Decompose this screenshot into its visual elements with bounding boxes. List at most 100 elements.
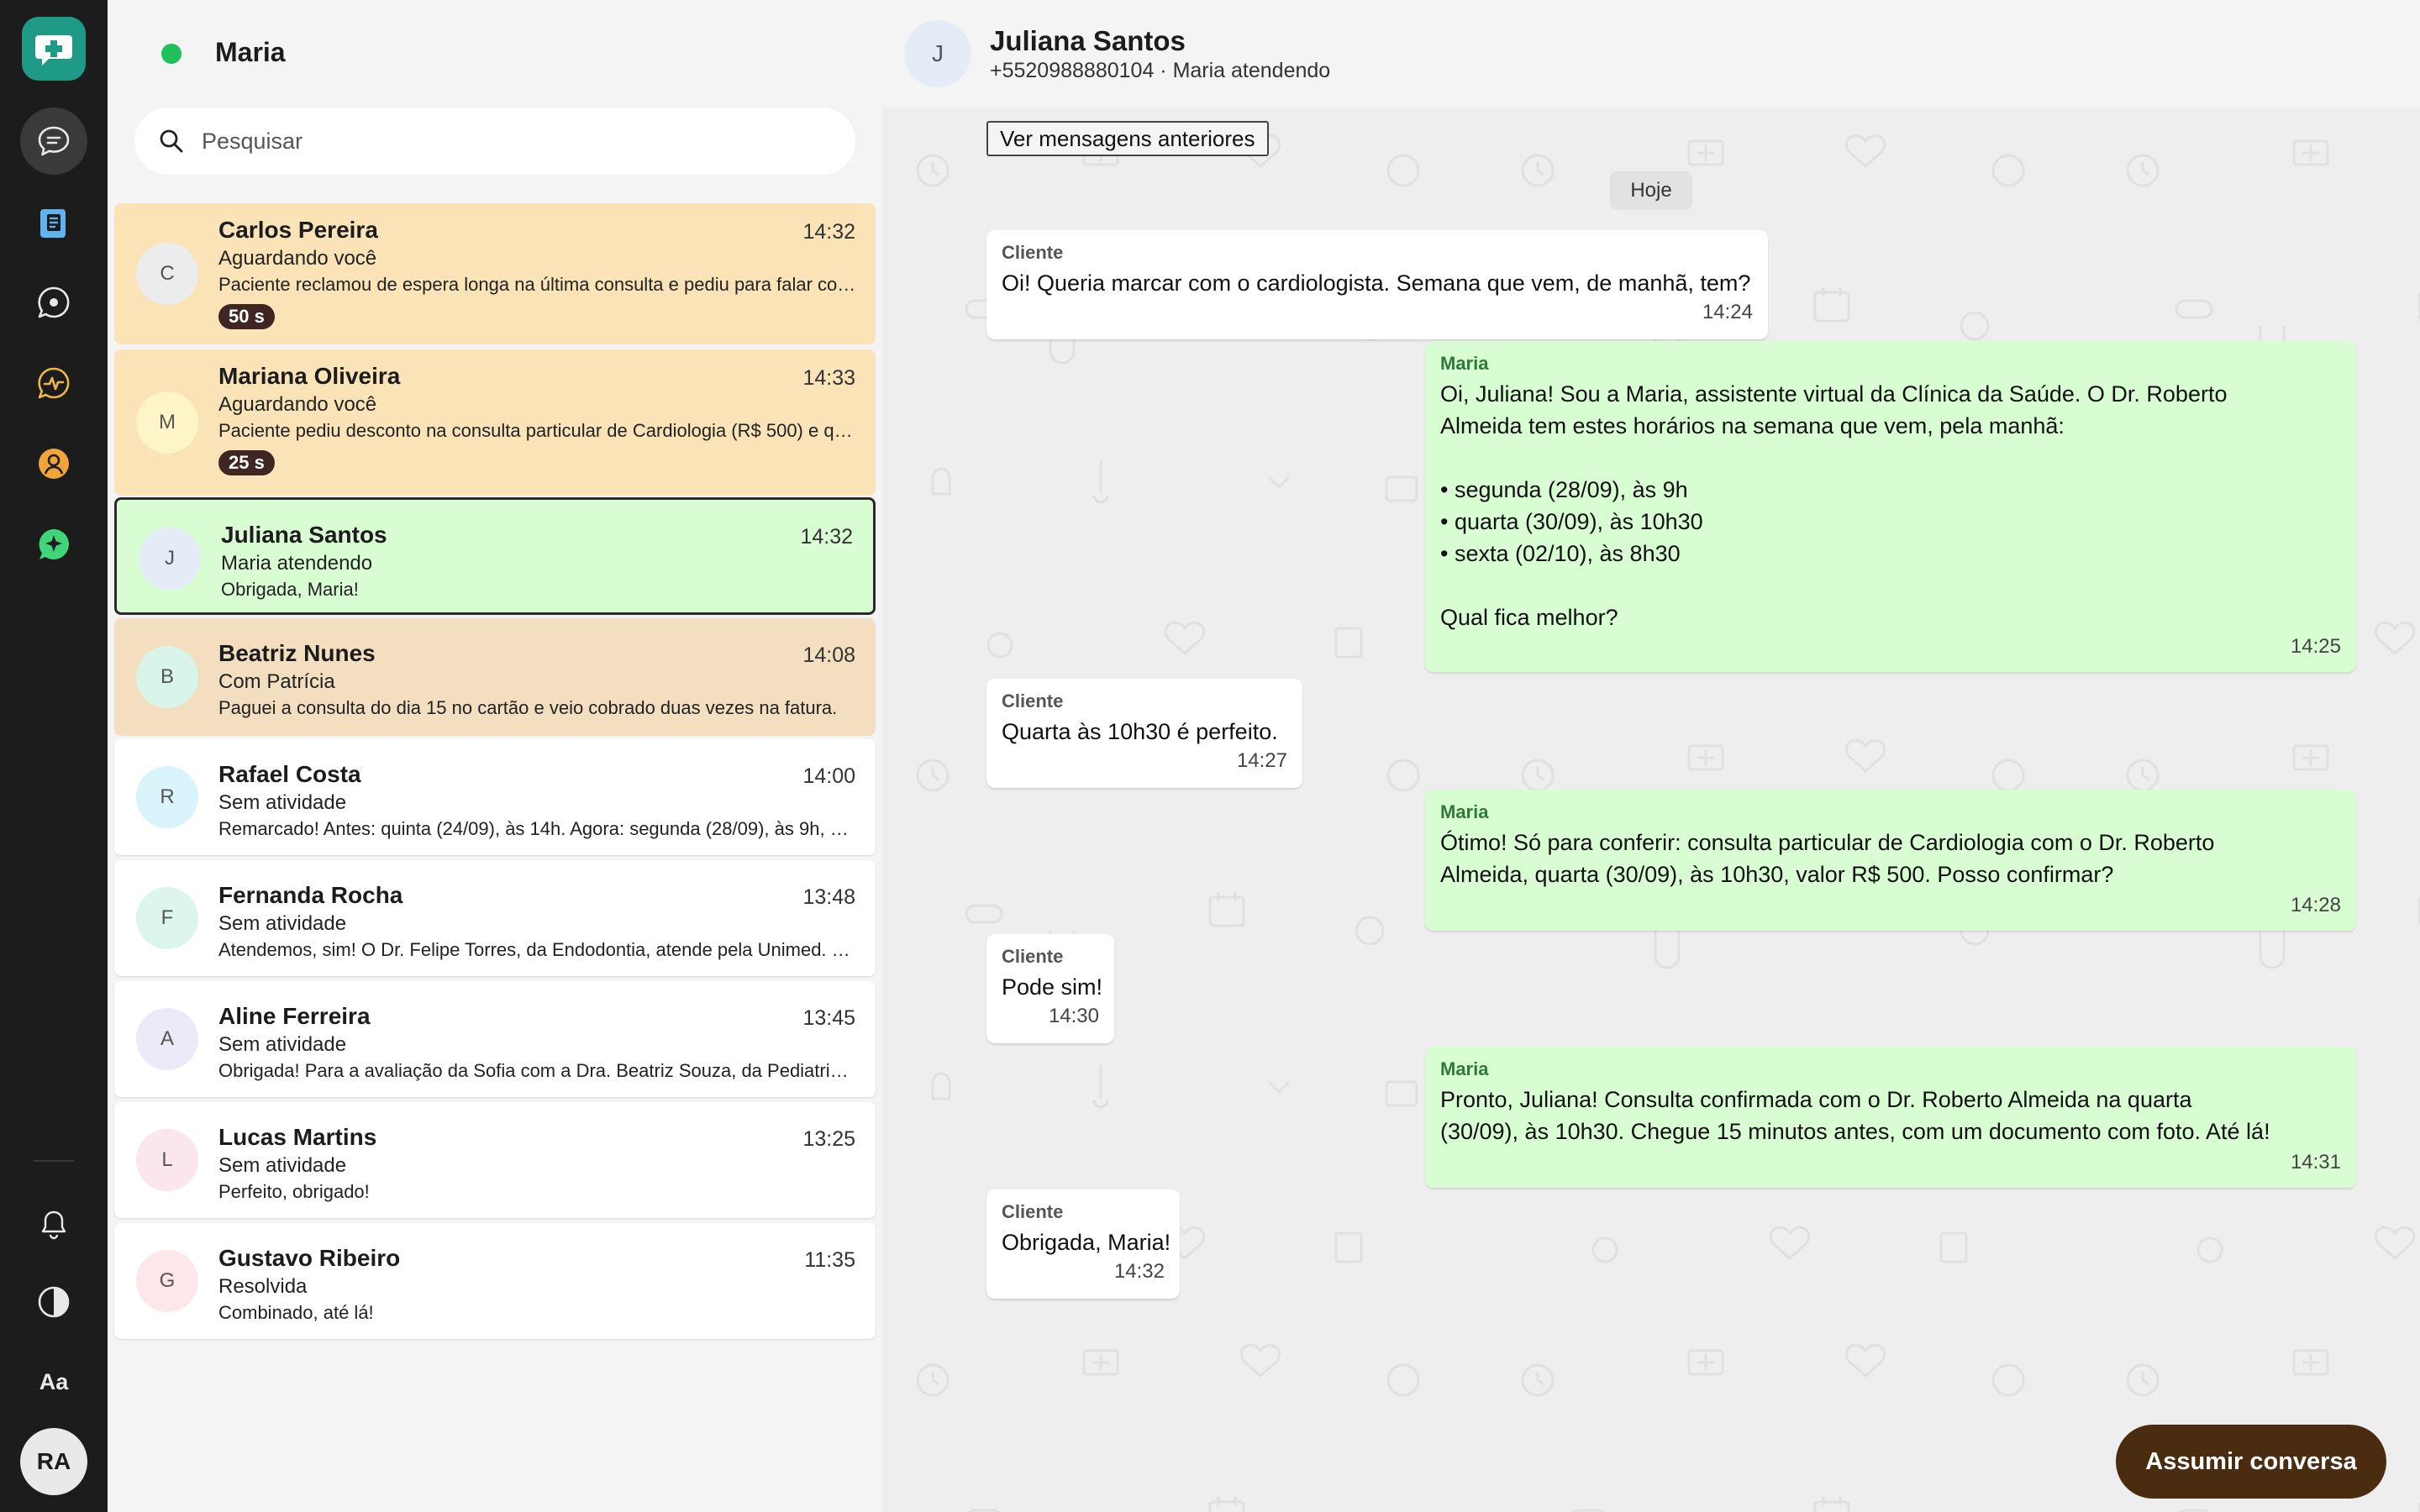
nav-monitor-button[interactable] [20,349,87,417]
conversation-status: Sem atividade [218,912,347,935]
nav-messages-button[interactable] [20,269,87,336]
contact-name: Rafael Costa [218,761,361,787]
conversation-item[interactable]: R Rafael Costa 14:00 Sem atividade Remarcado… [114,739,876,855]
conversation-item[interactable]: B Beatriz Nunes 14:08 Com Patrícia Paguei a … [114,618,876,736]
message-preview: Paciente pediu desconto na consulta part… [218,420,857,441]
conversation-status: Com Patrícia [218,670,335,693]
bot-message-bubble: Maria Ótimo! Só para conferir: consulta p… [1425,790,2356,931]
notifications-button[interactable] [20,1191,87,1258]
message-time: 14:27 [1236,749,1287,772]
message-preview: Paguei a consulta do dia 15 no cartão e … [218,697,838,718]
chat-header: J Juliana Santos +5520988880104 · Maria … [882,0,2420,108]
conversation-status: Sem atividade [218,1033,347,1056]
contact-avatar: A [136,1008,198,1070]
rail-divider [34,1160,74,1162]
conversation-item[interactable]: M Mariana Oliveira 14:33 Aguardando você Pac… [114,349,876,496]
conversation-status: Aguardando você [218,247,377,270]
message-preview: Paciente reclamou de espera longa na últ… [218,274,857,295]
message-sender: Maria [1440,1058,1489,1079]
conversation-status: Sem atividade [218,1154,347,1177]
bot-message-bubble: Maria Oi, Juliana! Sou a Maria, assistent… [1425,341,2356,672]
search-icon [160,129,183,153]
message-time: 14:30 [1048,1005,1099,1027]
last-message-time: 14:32 [800,525,853,549]
conversation-item[interactable]: G Gustavo Ribeiro 11:35 Resolvida Combinado,… [114,1223,876,1339]
conversation-item[interactable]: A Aline Ferreira 13:45 Sem atividade Obrigad… [114,981,876,1097]
theme-toggle-button[interactable] [20,1268,87,1336]
contact-name: Lucas Martins [218,1124,377,1150]
search-box[interactable] [134,108,855,175]
contact-avatar: F [136,887,198,949]
message-text: Ótimo! Só para conferir: consulta partic… [1440,830,2215,887]
app-logo[interactable] [22,17,86,81]
chat-contact-subtitle: +5520988880104 · Maria atendendo [990,59,1331,82]
conversation-item[interactable]: C Carlos Pereira 14:32 Aguardando você Pacie… [114,203,876,344]
last-message-time: 13:48 [802,885,855,909]
chat-avatar: J [904,20,971,87]
conversation-item[interactable]: L Lucas Martins 13:25 Sem atividade Perfeito… [114,1102,876,1218]
contact-name: Juliana Santos [221,522,387,548]
font-size-button[interactable]: Aa [20,1348,87,1415]
conversation-status: Aguardando você [218,393,377,416]
client-message-bubble: Cliente Pode sim! 14:30 [986,934,1114,1043]
message-text: Oi! Queria marcar com o cardiologista. S… [1002,270,1751,296]
bot-message-bubble: Maria Pronto, Juliana! Consulta confirmad… [1425,1047,2356,1188]
contact-avatar: B [136,646,198,708]
chat-icon [38,126,70,156]
wait-time-badge: 25 s [218,450,275,475]
message-preview: Obrigada, Maria! [221,579,359,600]
load-older-messages-button[interactable]: Ver mensagens anteriores [986,121,1269,156]
message-preview: Combinado, até lá! [218,1302,374,1323]
bell-icon [41,1210,66,1240]
message-preview: Atendemos, sim! O Dr. Felipe Torres, da … [218,939,857,960]
nav-records-button[interactable] [20,188,87,255]
message-sender: Maria [1440,801,1489,822]
message-preview: Perfeito, obrigado! [218,1181,370,1202]
last-message-time: 11:35 [804,1248,855,1272]
contact-avatar: G [136,1250,198,1312]
contact-name: Beatriz Nunes [218,640,376,666]
last-message-time: 14:33 [802,366,855,390]
message-time: 14:28 [2290,894,2341,916]
conversation-status: Sem atividade [218,791,347,814]
message-sender: Cliente [1002,690,1064,711]
message-preview: Remarcado! Antes: quinta (24/09), às 14h… [218,818,857,839]
conversation-item[interactable]: J Juliana Santos 14:32 Maria atendendo Obrig… [114,497,876,615]
last-message-time: 14:32 [802,220,855,244]
chat-contact-name: Juliana Santos [990,25,1186,56]
contact-avatar: R [136,766,198,828]
contact-avatar: L [136,1129,198,1191]
contact-avatar: J [139,528,201,590]
user-icon [39,449,69,479]
chat-messages-area[interactable]: Ver mensagens anteriores Hoje Cliente Oi!… [882,108,2420,1512]
agent-name: Maria [215,37,286,67]
search-input[interactable] [202,108,823,175]
contrast-icon [38,1286,70,1318]
message-text: Quarta às 10h30 é perfeito. [1002,719,1278,744]
message-sender: Cliente [1002,242,1064,263]
agent-header: Maria [108,0,882,108]
client-message-bubble: Cliente Oi! Queria marcar com o cardiolog… [986,230,1768,339]
conversation-status: Resolvida [218,1275,308,1298]
assume-conversation-button[interactable]: Assumir conversa [2116,1425,2386,1499]
nav-contacts-button[interactable] [20,430,87,497]
conversation-item[interactable]: F Fernanda Rocha 13:48 Sem atividade Atendem… [114,860,876,976]
pulse-icon [38,367,70,399]
nav-conversations-button[interactable] [20,108,87,175]
last-message-time: 13:25 [802,1127,855,1151]
message-sender: Cliente [1002,1201,1064,1222]
message-text: Pronto, Juliana! Consulta confirmada com… [1440,1087,2270,1144]
message-sender: Cliente [1002,946,1064,967]
user-avatar[interactable]: RA [20,1428,87,1495]
wait-time-badge: 50 s [218,304,275,329]
contact-avatar: M [136,391,198,454]
message-text: Obrigada, Maria! [1002,1230,1171,1255]
contact-name: Gustavo Ribeiro [218,1245,401,1271]
message-time: 14:25 [2290,635,2341,658]
date-separator: Hoje [1610,171,1692,210]
online-status-icon [161,44,182,64]
client-message-bubble: Cliente Obrigada, Maria! 14:32 [986,1189,1180,1299]
app-rail: Aa RA [0,0,108,1512]
conversation-status: Maria atendendo [221,552,373,575]
nav-ai-button[interactable] [20,511,87,578]
